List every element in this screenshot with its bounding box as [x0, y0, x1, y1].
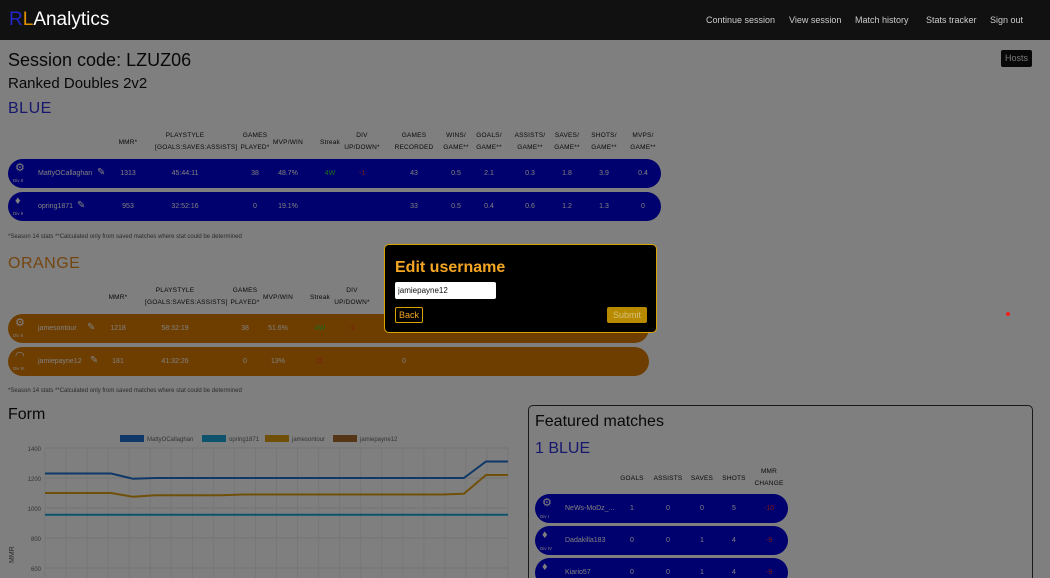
nav-sign-out[interactable]: Sign out	[990, 15, 1023, 25]
nav-continue-session[interactable]: Continue session	[706, 15, 775, 25]
username-input[interactable]	[395, 282, 496, 299]
cursor-marker	[1006, 312, 1010, 316]
app: RLAnalytics Continue session View sessio…	[0, 0, 1050, 578]
navbar: RLAnalytics Continue session View sessio…	[0, 0, 1050, 40]
nav-match-history[interactable]: Match history	[855, 15, 909, 25]
brand-logo[interactable]: RLAnalytics	[9, 9, 109, 31]
submit-button[interactable]: Submit	[607, 307, 647, 323]
nav-view-session[interactable]: View session	[789, 15, 841, 25]
nav-stats-tracker[interactable]: Stats tracker	[926, 15, 977, 25]
back-button[interactable]: Back	[395, 307, 423, 323]
modal-title: Edit username	[395, 259, 506, 276]
edit-username-modal: Edit username Back Submit	[384, 244, 657, 333]
